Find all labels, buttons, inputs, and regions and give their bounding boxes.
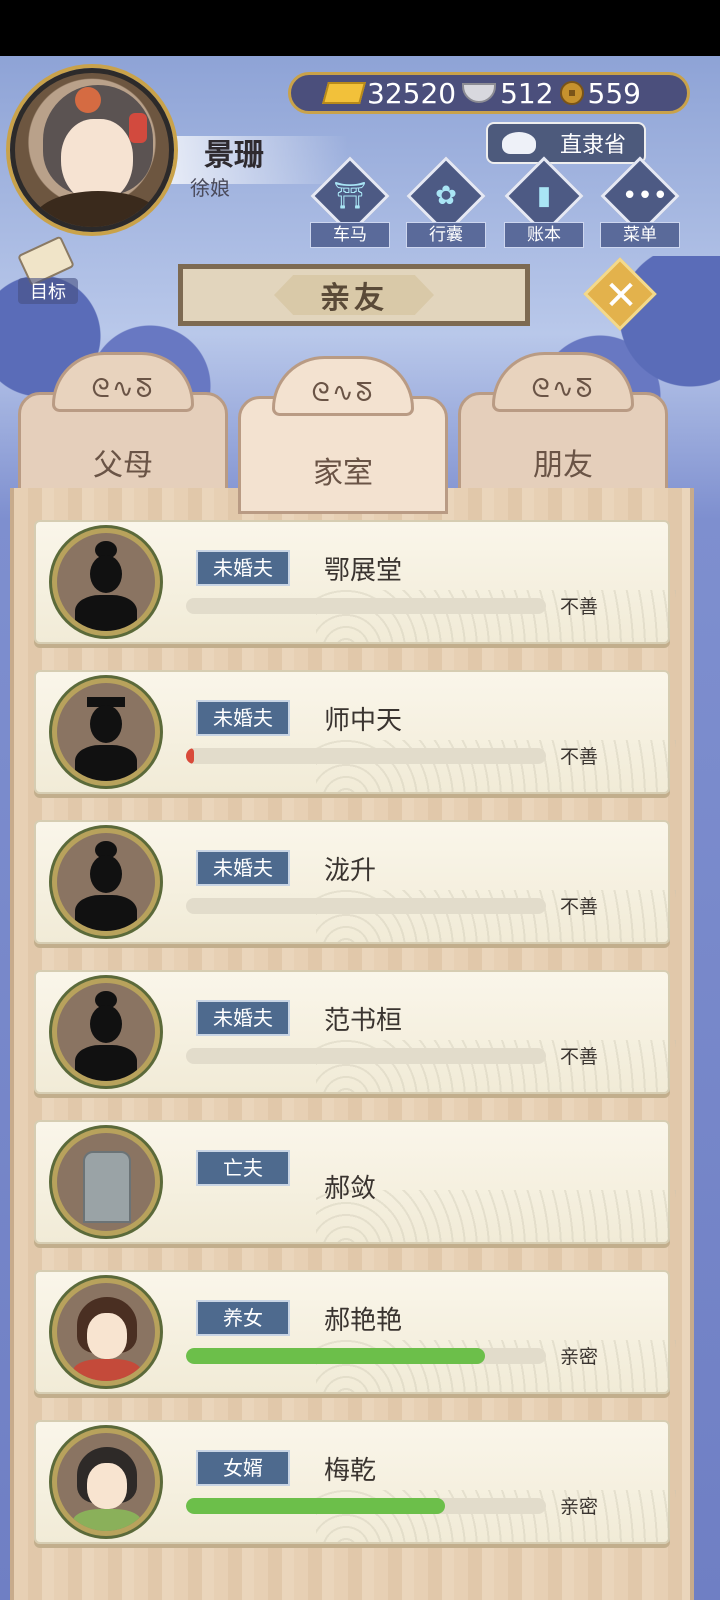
silhouette-avatar-icon [52, 528, 160, 636]
affinity-bar [186, 898, 546, 914]
tab-friends[interactable]: ᘓ∿ᘕ 朋友 [452, 352, 674, 496]
carriage-icon: ⛩ [333, 181, 367, 211]
ledger-label: 账本 [504, 222, 584, 248]
province-button[interactable]: 直隶省 [486, 122, 646, 164]
carriage-button[interactable]: ⛩ 车马 [310, 156, 390, 252]
tombstone-avatar-icon [52, 1128, 160, 1236]
relative-card[interactable]: 女婿 梅乾亲密 [34, 1420, 676, 1544]
coin-currency: 559 [559, 76, 641, 110]
ledger-button[interactable]: ▮ 账本 [504, 156, 584, 252]
gold-amount: 32520 [367, 76, 457, 110]
relative-name: 梅乾 [324, 1456, 377, 1486]
province-label: 直隶省 [559, 133, 626, 158]
relative-card[interactable]: 未婚夫 师中天不善 [34, 670, 676, 794]
menu-button[interactable]: ••• 菜单 [600, 156, 680, 252]
goal-label: 目标 [18, 278, 78, 304]
menu-label: 菜单 [600, 222, 680, 248]
silver-ingot-icon [462, 83, 497, 103]
hat-icon [502, 132, 536, 154]
tab-family-label: 家室 [313, 456, 373, 491]
player-name: 景珊 [204, 138, 264, 173]
copper-coin-icon [559, 81, 584, 105]
silver-amount: 512 [500, 76, 554, 110]
affinity-bar [186, 1048, 546, 1064]
status-bar [0, 0, 720, 56]
affinity-status: 不善 [560, 596, 599, 618]
game-scene: 景珊 徐娘 32520 512 559 直隶省 ⛩ 车马 ✿ 行囊 ▮ 账本 •… [0, 56, 720, 1600]
relation-badge: 未婚夫 [196, 550, 290, 586]
swirl-ornament-icon: ᘓ∿ᘕ [91, 374, 155, 404]
affinity-fill [186, 1348, 485, 1364]
relative-name: 郝敛 [324, 1174, 377, 1204]
swirl-ornament-icon: ᘓ∿ᘕ [311, 378, 375, 408]
player-avatar[interactable] [10, 68, 174, 232]
close-icon[interactable]: ✕ [596, 268, 646, 324]
affinity-status: 亲密 [560, 1346, 599, 1368]
silhouette-avatar-icon [52, 978, 160, 1086]
page-title: 亲友 [274, 275, 434, 315]
relative-card[interactable]: 亡夫郝敛 [34, 1120, 676, 1244]
portrait-avatar [52, 1278, 160, 1386]
relative-card[interactable]: 未婚夫 范书桓不善 [34, 970, 676, 1094]
silhouette-avatar-icon [52, 678, 160, 786]
currency-bar: 32520 512 559 [288, 72, 690, 114]
ledger-icon: ▮ [536, 181, 552, 211]
relation-badge: 养女 [196, 1300, 290, 1336]
player-title: 徐娘 [190, 176, 230, 200]
tab-friends-label: 朋友 [533, 448, 593, 483]
affinity-bar [186, 748, 546, 764]
gold-currency: 32520 [322, 76, 457, 110]
relation-badge: 亡夫 [196, 1150, 290, 1186]
relation-badge: 未婚夫 [196, 1000, 290, 1036]
affinity-status: 亲密 [560, 1496, 599, 1518]
coin-amount: 559 [587, 76, 641, 110]
affinity-status: 不善 [560, 1046, 599, 1068]
title-banner: 亲友 [178, 264, 530, 326]
affinity-fill [186, 748, 194, 764]
swirl-ornament-icon: ᘓ∿ᘕ [531, 374, 595, 404]
affinity-fill [186, 1498, 445, 1514]
relative-card[interactable]: 养女 郝艳艳亲密 [34, 1270, 676, 1394]
relative-card[interactable]: 未婚夫 泷升不善 [34, 820, 676, 944]
silhouette-avatar-icon [52, 828, 160, 936]
gold-ingot-icon [322, 82, 366, 104]
affinity-bar [186, 1498, 546, 1514]
tab-parents[interactable]: ᘓ∿ᘕ 父母 [12, 352, 234, 496]
bag-button[interactable]: ✿ 行囊 [406, 156, 486, 252]
goal-button[interactable]: 目标 [8, 235, 88, 306]
relative-name: 泷升 [324, 856, 377, 886]
relative-name: 鄂展堂 [324, 556, 403, 586]
relative-name: 师中天 [324, 706, 403, 736]
relation-badge: 女婿 [196, 1450, 290, 1486]
tab-family[interactable]: ᘓ∿ᘕ 家室 [232, 356, 454, 514]
relative-card[interactable]: 未婚夫 鄂展堂不善 [34, 520, 676, 644]
bag-icon: ✿ [435, 181, 457, 211]
relative-name: 范书桓 [324, 1006, 403, 1036]
carriage-label: 车马 [310, 222, 390, 248]
relative-name: 郝艳艳 [324, 1306, 403, 1336]
affinity-bar [186, 1348, 546, 1364]
tab-parents-label: 父母 [93, 448, 153, 483]
portrait-avatar [52, 1428, 160, 1536]
relation-badge: 未婚夫 [196, 850, 290, 886]
affinity-status: 不善 [560, 746, 599, 768]
bag-label: 行囊 [406, 222, 486, 248]
affinity-status: 不善 [560, 896, 599, 918]
silver-currency: 512 [462, 76, 554, 110]
affinity-bar [186, 598, 546, 614]
relation-badge: 未婚夫 [196, 700, 290, 736]
more-icon: ••• [622, 181, 669, 211]
